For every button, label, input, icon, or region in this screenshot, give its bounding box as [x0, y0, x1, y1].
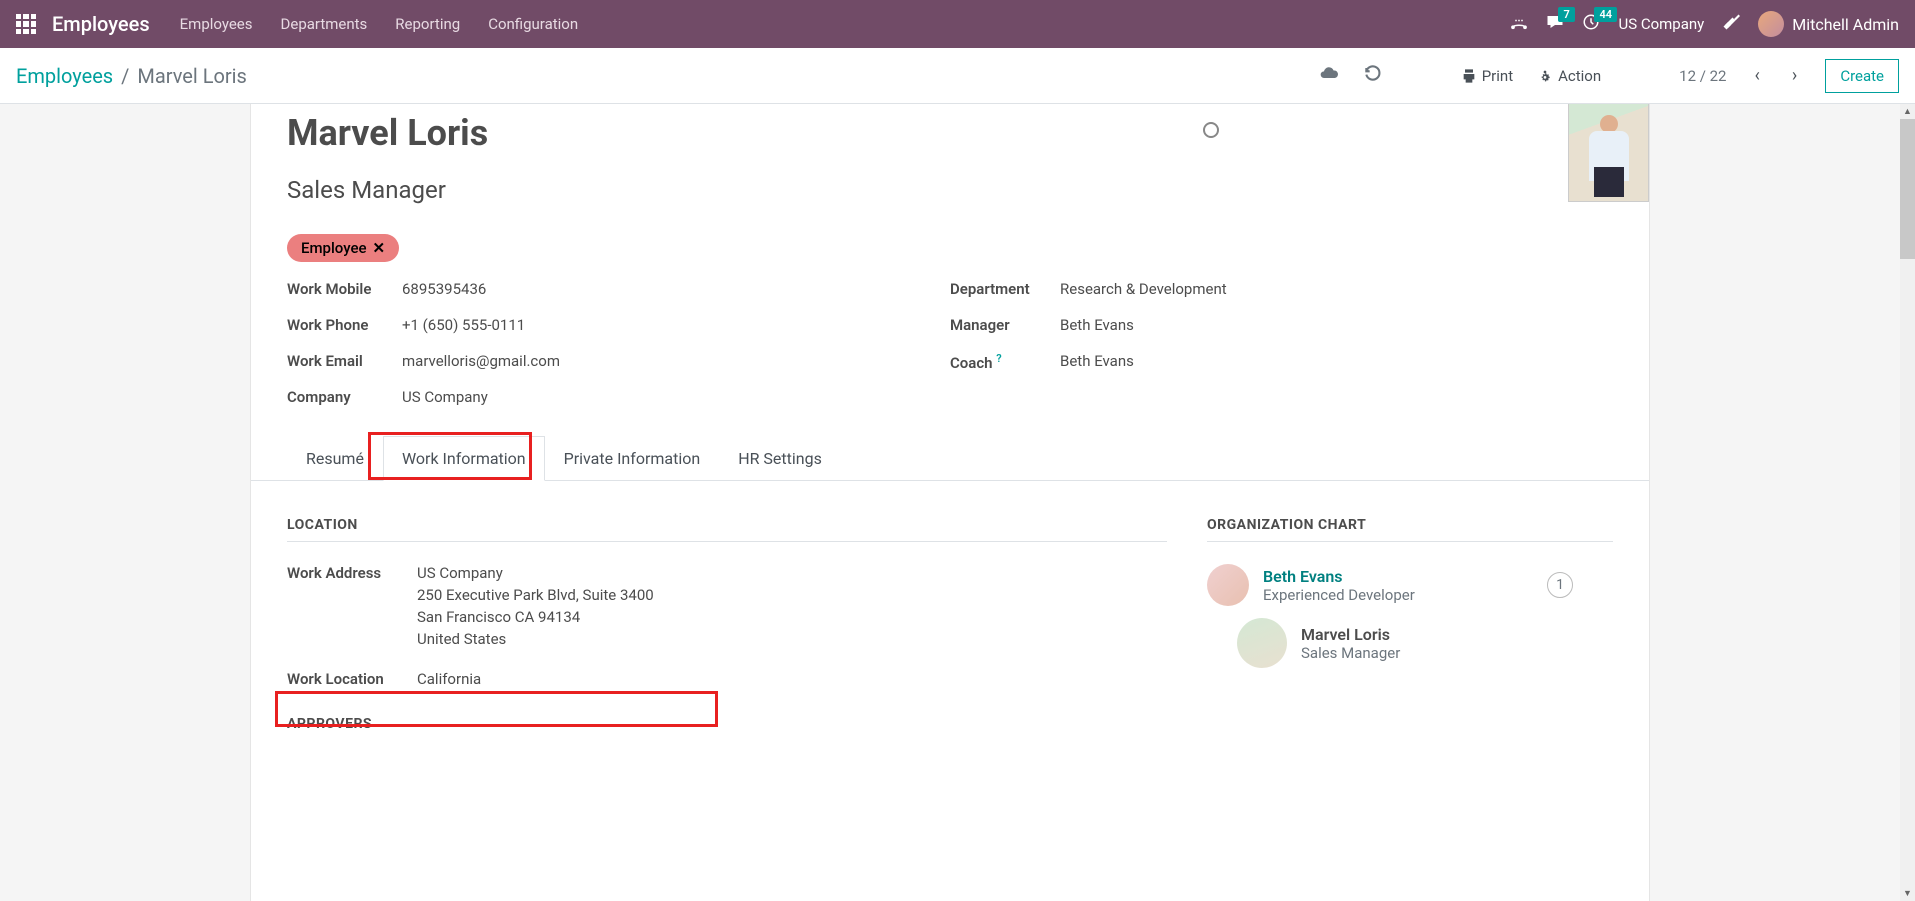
- tag-employee[interactable]: Employee ✕: [287, 234, 399, 262]
- scrollbar[interactable]: ▲ ▼: [1900, 104, 1915, 901]
- section-org-chart: ORGANIZATION CHART: [1207, 517, 1613, 542]
- org-self[interactable]: Marvel Loris Sales Manager: [1237, 618, 1613, 668]
- work-location-label: Work Location: [287, 670, 417, 688]
- nav-configuration[interactable]: Configuration: [488, 15, 578, 33]
- employee-name: Marvel Loris: [287, 104, 1613, 154]
- user-avatar: [1758, 11, 1784, 37]
- department-value: Research & Development: [1060, 280, 1227, 298]
- action-button[interactable]: Action: [1537, 67, 1601, 85]
- org-self-avatar: [1237, 618, 1287, 668]
- tag-label: Employee: [301, 239, 367, 257]
- org-manager-avatar: [1207, 564, 1249, 606]
- print-button[interactable]: Print: [1461, 67, 1513, 85]
- work-location-value: California: [417, 670, 481, 688]
- tab-work-information[interactable]: Work Information: [383, 436, 545, 481]
- section-approvers: APPROVERS: [287, 716, 1167, 740]
- coach-label: Coach ?: [950, 352, 1060, 372]
- scroll-up-icon[interactable]: ▲: [1900, 104, 1915, 119]
- breadcrumb-root[interactable]: Employees: [16, 64, 113, 88]
- company-value: US Company: [402, 388, 488, 406]
- org-manager-name[interactable]: Beth Evans: [1263, 567, 1415, 586]
- pager-next[interactable]: ›: [1788, 65, 1801, 86]
- user-name: Mitchell Admin: [1792, 15, 1899, 34]
- messages-icon[interactable]: 7: [1546, 13, 1564, 36]
- work-email-value: marvelloris@gmail.com: [402, 352, 560, 370]
- org-manager[interactable]: Beth Evans Experienced Developer 1: [1207, 564, 1613, 606]
- work-phone-label: Work Phone: [287, 316, 402, 334]
- department-label: Department: [950, 280, 1060, 298]
- work-phone-value: +1 (650) 555-0111: [402, 316, 525, 334]
- company-selector[interactable]: US Company: [1618, 15, 1704, 33]
- org-manager-count: 1: [1547, 572, 1573, 598]
- nav-reporting[interactable]: Reporting: [395, 15, 460, 33]
- work-email-label: Work Email: [287, 352, 402, 370]
- work-address-value: US Company 250 Executive Park Blvd, Suit…: [417, 564, 654, 652]
- employee-photo[interactable]: [1568, 104, 1649, 202]
- create-button[interactable]: Create: [1825, 59, 1899, 93]
- breadcrumb-current: Marvel Loris: [137, 64, 246, 88]
- breadcrumb-separator: /: [121, 64, 129, 88]
- org-self-title: Sales Manager: [1301, 644, 1400, 662]
- messages-badge: 7: [1558, 7, 1574, 22]
- tab-resume[interactable]: Resumé: [287, 436, 383, 480]
- scroll-down-icon[interactable]: ▼: [1900, 886, 1915, 901]
- org-self-name: Marvel Loris: [1301, 625, 1400, 644]
- undo-icon[interactable]: [1363, 63, 1383, 88]
- app-title: Employees: [52, 12, 150, 36]
- pager-prev[interactable]: ‹: [1751, 65, 1764, 86]
- activities-icon[interactable]: 44: [1582, 13, 1600, 36]
- activities-badge: 44: [1594, 7, 1617, 22]
- cloud-icon[interactable]: [1319, 63, 1339, 88]
- section-location: LOCATION: [287, 517, 1167, 542]
- nav-departments[interactable]: Departments: [281, 15, 368, 33]
- manager-label: Manager: [950, 316, 1060, 334]
- phone-icon[interactable]: [1510, 13, 1528, 36]
- nav-employees[interactable]: Employees: [180, 15, 253, 33]
- manager-value: Beth Evans: [1060, 316, 1134, 334]
- user-menu[interactable]: Mitchell Admin: [1758, 11, 1899, 37]
- coach-value: Beth Evans: [1060, 352, 1134, 372]
- scroll-thumb[interactable]: [1900, 119, 1915, 259]
- work-address-label: Work Address: [287, 564, 417, 582]
- tab-private-information[interactable]: Private Information: [545, 436, 720, 480]
- work-mobile-label: Work Mobile: [287, 280, 402, 298]
- work-mobile-value: 6895395436: [402, 280, 486, 298]
- tab-hr-settings[interactable]: HR Settings: [719, 436, 841, 480]
- job-title: Sales Manager: [287, 176, 1613, 204]
- presence-indicator[interactable]: [1203, 122, 1219, 138]
- pager: 12 / 22: [1679, 67, 1726, 85]
- apps-icon[interactable]: [16, 14, 36, 34]
- tag-remove-icon[interactable]: ✕: [373, 239, 386, 257]
- org-manager-title: Experienced Developer: [1263, 586, 1415, 604]
- help-icon[interactable]: ?: [996, 352, 1001, 365]
- tools-icon[interactable]: [1722, 13, 1740, 36]
- breadcrumb: Employees / Marvel Loris: [16, 64, 247, 88]
- company-label: Company: [287, 388, 402, 406]
